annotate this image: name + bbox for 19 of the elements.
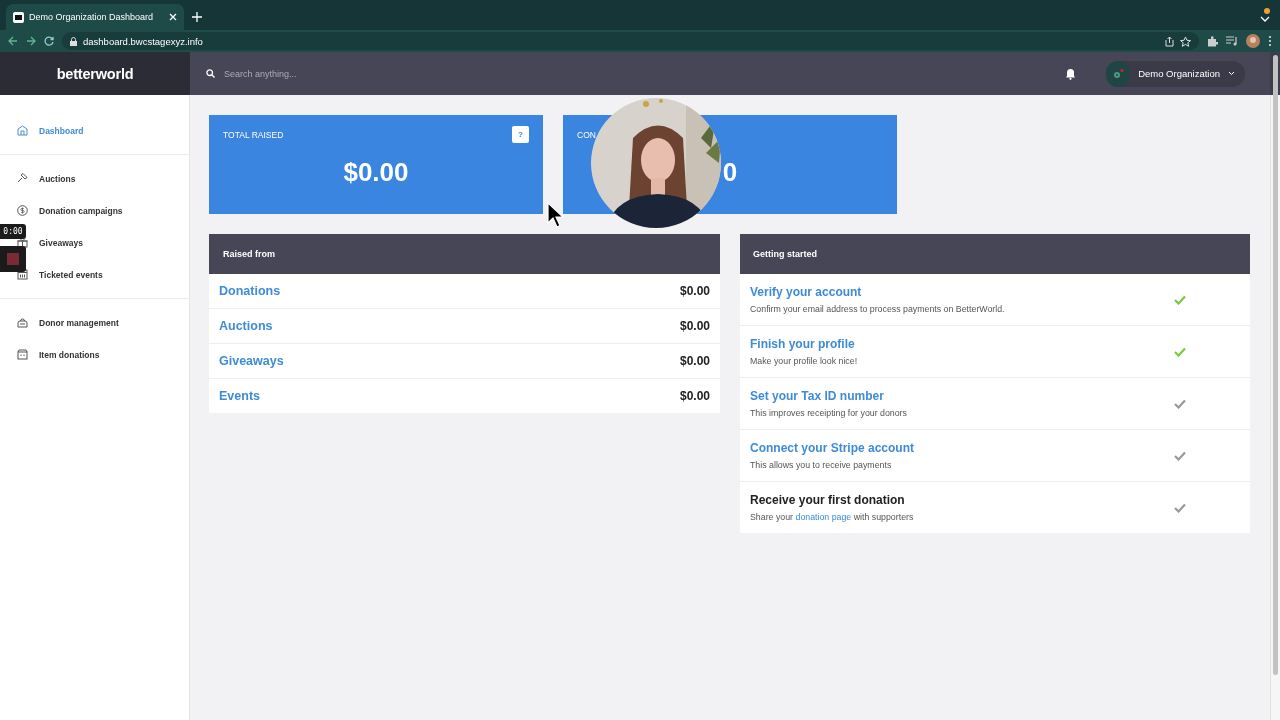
stat-value: 0	[721, 157, 739, 188]
task-description: Make your profile look nice!	[750, 356, 859, 366]
amount-text: $0.00	[679, 354, 710, 368]
panel-header: Getting started	[740, 234, 1250, 274]
task-description: Share your donation page with supporters	[750, 512, 915, 522]
task-description: This improves receipting for your donors	[750, 408, 908, 418]
panel-header: Raised from	[209, 234, 720, 274]
stat-label: CON	[577, 130, 596, 140]
amount-text: $0.00	[679, 284, 710, 298]
amount-text: $0.00	[679, 389, 710, 403]
amount-text: $0.00	[679, 319, 710, 333]
task-description: This allows you to receive payments	[750, 460, 893, 470]
stat-value: $0.00	[342, 157, 410, 188]
tab-title: Demo Organization Dashboard	[29, 12, 155, 22]
task-title: Receive your first donation	[750, 493, 906, 507]
stat-label: TOTAL RAISED	[223, 130, 284, 140]
url-text: dashboard.bwcstagexyz.info	[83, 35, 203, 47]
task-description: Confirm your email address to process payments on BetterWorld.	[750, 304, 1006, 314]
recording-timer-toast: 0:00	[0, 224, 26, 239]
